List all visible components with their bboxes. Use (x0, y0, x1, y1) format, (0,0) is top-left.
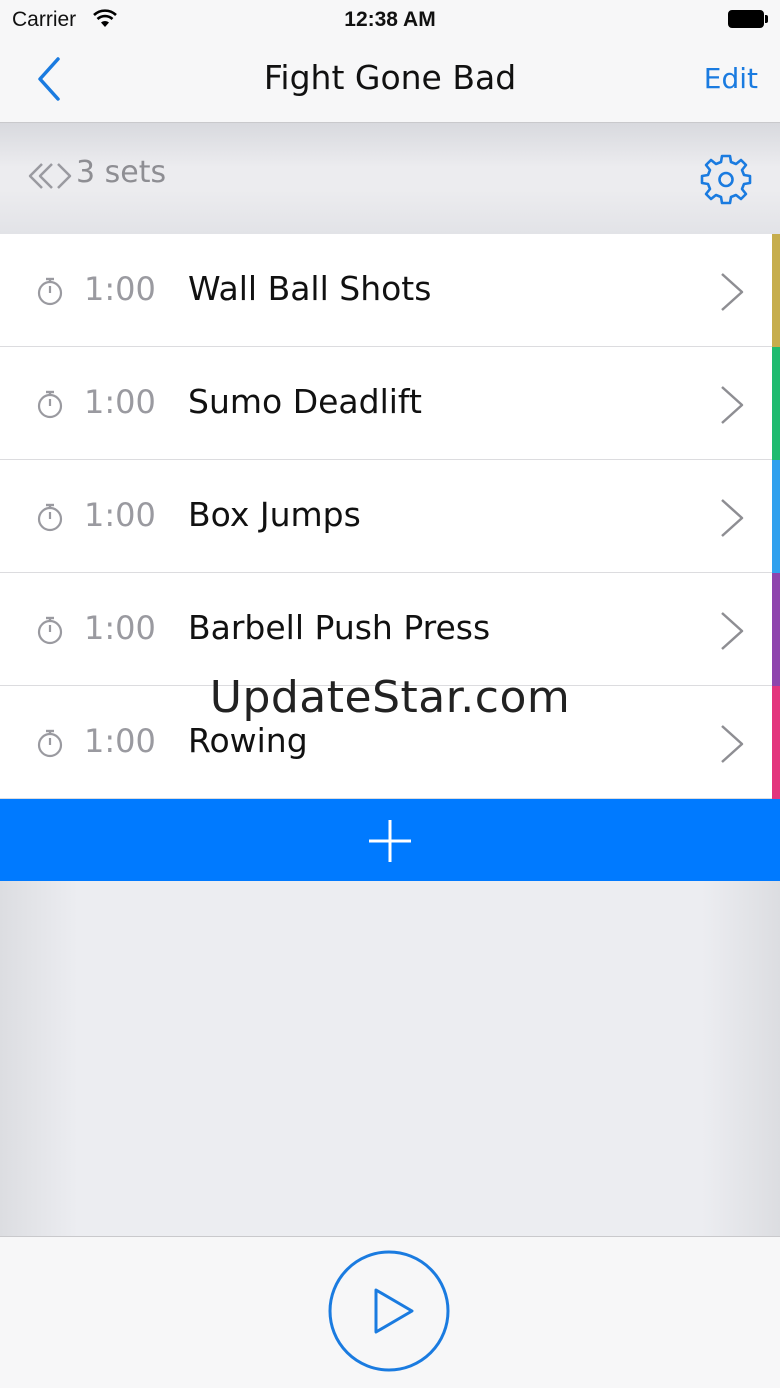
color-stripe (772, 234, 780, 347)
repeat-sets-icon (28, 163, 72, 189)
chevron-right-icon (721, 386, 744, 424)
add-exercise-button[interactable] (0, 799, 780, 881)
exercise-duration: 1:00 (84, 609, 156, 647)
color-stripe (772, 347, 780, 460)
stopwatch-icon (37, 390, 63, 419)
navigation-bar: Fight Gone Bad Edit (0, 40, 780, 123)
status-time: 12:38 AM (344, 8, 436, 31)
exercise-duration: 1:00 (84, 383, 156, 421)
exercise-duration: 1:00 (84, 496, 156, 534)
stopwatch-icon (37, 503, 63, 532)
exercise-duration: 1:00 (84, 722, 156, 760)
chevron-right-icon (721, 273, 744, 311)
list-item[interactable]: 1:00 Box Jumps (0, 460, 780, 573)
battery-icon (728, 10, 768, 28)
page-title: Fight Gone Bad (263, 58, 517, 97)
list-item[interactable]: 1:00 Sumo Deadlift (0, 347, 780, 460)
exercise-duration: 1:00 (84, 270, 156, 308)
status-bar: Carrier 12:38 AM (0, 0, 780, 40)
chevron-right-icon (721, 612, 744, 650)
color-stripe (772, 460, 780, 573)
watermark: UpdateStar.com (209, 672, 571, 723)
exercise-name: Rowing (188, 721, 308, 760)
stopwatch-icon (37, 729, 63, 758)
exercise-name: Barbell Push Press (188, 608, 491, 647)
exercise-name: Wall Ball Shots (188, 269, 432, 308)
plus-icon (369, 820, 411, 862)
color-stripe (772, 573, 780, 686)
bottom-toolbar (0, 1236, 780, 1388)
list-item[interactable]: 1:00 Wall Ball Shots (0, 234, 780, 347)
edit-button[interactable]: Edit (704, 62, 758, 95)
sets-count-label: 3 sets (76, 155, 167, 190)
exercise-name: Sumo Deadlift (188, 382, 422, 421)
play-icon (328, 1250, 450, 1372)
stopwatch-icon (37, 616, 63, 645)
empty-area (0, 881, 780, 1236)
chevron-right-icon (721, 725, 744, 763)
gear-icon (700, 154, 752, 205)
play-button[interactable] (328, 1250, 450, 1372)
list-item[interactable]: 1:00 Barbell Push Press (0, 573, 780, 686)
stopwatch-icon (37, 277, 63, 306)
chevron-right-icon (721, 499, 744, 537)
settings-button[interactable] (700, 153, 752, 205)
exercise-name: Box Jumps (188, 495, 361, 534)
